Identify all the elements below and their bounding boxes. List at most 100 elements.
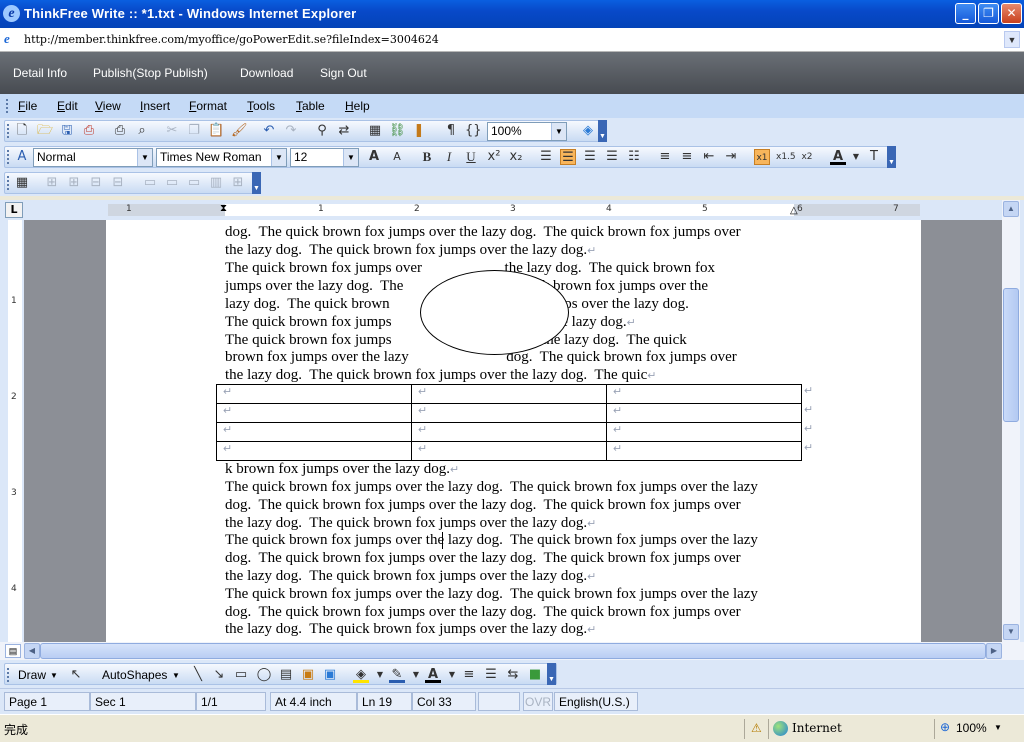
chevron-down-icon[interactable]: ▼ [408, 667, 424, 683]
cut-icon[interactable]: ✂ [164, 123, 180, 139]
table-cell[interactable]: ↵ [411, 403, 607, 423]
horizontal-scroll-thumb[interactable] [40, 643, 986, 659]
rectangle-tool-icon[interactable]: ▭ [233, 667, 249, 683]
table-cell[interactable]: ↵ [606, 422, 802, 442]
line-tool-icon[interactable]: ╲ [190, 667, 206, 683]
open-folder-icon[interactable]: 🗁 [37, 123, 53, 139]
toolbar-grip[interactable] [7, 150, 10, 164]
line-spacing-1-5-icon[interactable]: x1.5 [776, 149, 796, 165]
table-cell[interactable]: ↵ [216, 441, 412, 461]
draw-menu-button[interactable]: Draw [18, 668, 46, 682]
distribute-icon[interactable]: ☷ [626, 149, 642, 165]
replace-icon[interactable]: ⇄ [336, 123, 352, 139]
text-line[interactable]: the lazy dog. The quick brown fox jumps … [225, 621, 596, 638]
table-cell[interactable]: ↵ [216, 403, 412, 423]
zoom-select[interactable]: 100% ▼ [487, 122, 567, 141]
address-url[interactable]: http://member.thinkfree.com/myoffice/goP… [24, 33, 439, 46]
print-preview-icon[interactable]: ⌕ [134, 123, 150, 139]
restore-button[interactable]: ❐ [978, 3, 999, 24]
table-cell[interactable]: ↵ [606, 384, 802, 404]
line-spacing-1-icon[interactable]: x1 [754, 149, 770, 165]
styles-icon[interactable]: A [14, 149, 30, 165]
status-overtype[interactable]: OVR [523, 692, 553, 711]
redo-icon[interactable]: ↷ [283, 123, 299, 139]
underline-button[interactable]: U [463, 149, 479, 165]
clip-art-icon[interactable]: ▣ [300, 667, 316, 683]
show-marks-icon[interactable]: ¶ [443, 123, 459, 139]
insert-columns-icon[interactable]: ⊞ [66, 175, 82, 191]
line-style-icon[interactable]: ≡ [461, 667, 477, 683]
bullet-list-icon[interactable]: ≡ [679, 149, 695, 165]
right-indent-marker[interactable]: △ [790, 205, 798, 216]
font-select[interactable]: Times New Roman ▼ [156, 148, 287, 167]
text-line[interactable]: the lazy dog. The quick brown fox jumps … [225, 515, 596, 532]
vertical-scrollbar[interactable]: ▲ ▼ [1002, 200, 1020, 642]
shadow-style-icon[interactable]: ■ [527, 667, 543, 683]
text-line[interactable]: dog. The quick brown fox jumps over the … [225, 550, 741, 567]
field-code-icon[interactable]: {} [465, 123, 482, 139]
security-zone-label[interactable]: Internet [792, 721, 842, 735]
menu-view[interactable]: View [95, 99, 121, 113]
scroll-down-button[interactable]: ▼ [1003, 624, 1019, 640]
distribute-rows-icon[interactable]: ▭ [186, 175, 202, 191]
line-color-icon[interactable]: ✎ [389, 667, 405, 683]
text-line[interactable]: The quick brown fox jumps over the lazy … [225, 586, 758, 603]
decrease-indent-icon[interactable]: ⇤ [701, 149, 717, 165]
text-line[interactable]: The quick brown fox jumps over the lazy … [225, 479, 758, 496]
text-line[interactable]: the lazy dog. The quick brown fox jumps … [225, 568, 596, 585]
paste-icon[interactable]: 📋 [208, 123, 224, 139]
left-indent-marker[interactable]: ⧗ [220, 203, 227, 214]
ellipse-shape[interactable] [420, 270, 569, 355]
toolbar-grip[interactable] [7, 124, 10, 138]
line-spacing-2-icon[interactable]: x2 [799, 149, 815, 165]
sign-out-link[interactable]: Sign Out [320, 66, 367, 80]
justify-icon[interactable]: ☰ [538, 149, 554, 165]
menu-insert[interactable]: Insert [140, 99, 170, 113]
insert-picture-icon[interactable]: ▣ [322, 667, 338, 683]
text-line[interactable]: k brown fox jumps over the lazy dog.↵ [225, 461, 459, 478]
font-size-select[interactable]: 12 ▼ [290, 148, 359, 167]
text-line[interactable]: The quick brown fox jumps over the lazy … [225, 532, 758, 549]
toolbar-options-icon[interactable]: ▼ [547, 663, 556, 685]
increase-indent-icon[interactable]: ⇥ [723, 149, 739, 165]
align-left-icon[interactable]: ☰ [560, 149, 576, 165]
download-link[interactable]: Download [240, 66, 293, 80]
tab-stop-selector[interactable]: L [5, 202, 23, 218]
vertical-scroll-thumb[interactable] [1003, 288, 1019, 422]
protected-mode-icon[interactable]: ⚠ [751, 721, 762, 735]
copy-icon[interactable]: ❐ [186, 123, 202, 139]
text-line[interactable]: dog. The quick brown fox jumps over the … [225, 497, 741, 514]
oval-tool-icon[interactable]: ◯ [256, 667, 272, 683]
table-cell[interactable]: ↵ [216, 384, 412, 404]
table-cell[interactable]: ↵ [606, 403, 802, 423]
table-properties-icon[interactable]: ⊞ [230, 175, 246, 191]
menu-edit[interactable]: Edit [57, 99, 78, 113]
format-painter-icon[interactable]: 🖌 [231, 123, 248, 139]
menu-tools[interactable]: Tools [247, 99, 275, 113]
close-button[interactable]: ✕ [1001, 3, 1022, 24]
insert-rows-icon[interactable]: ⊞ [44, 175, 60, 191]
table-grid-icon[interactable]: ▦ [14, 175, 30, 191]
scroll-left-button[interactable]: ◀ [24, 643, 40, 659]
dash-style-icon[interactable]: ☰ [483, 667, 499, 683]
table-cell[interactable]: ↵ [606, 441, 802, 461]
status-language[interactable]: English(U.S.) [554, 692, 638, 711]
new-document-icon[interactable]: 🗋 [14, 123, 30, 139]
toolbar-options-icon[interactable]: ▼ [887, 146, 896, 168]
horizontal-scrollbar[interactable]: ▤ ◀ ▶ [0, 642, 1024, 660]
table-cell[interactable]: ↵ [216, 422, 412, 442]
address-dropdown-button[interactable]: ▼ [1004, 31, 1020, 48]
merge-cells-icon[interactable]: ▭ [142, 175, 158, 191]
help-icon[interactable]: ◈ [580, 123, 596, 139]
arrow-style-icon[interactable]: ⇆ [505, 667, 521, 683]
document-page[interactable]: dog. The quick brown fox jumps over the … [106, 220, 921, 642]
zoom-icon[interactable]: ⊕ [940, 720, 950, 734]
text-line[interactable]: the lazy dog. The quick brown fox jumps … [225, 367, 656, 384]
fill-color-icon[interactable]: ◈ [353, 667, 369, 683]
style-select[interactable]: Normal ▼ [33, 148, 153, 167]
menu-file[interactable]: File [18, 99, 37, 113]
minimize-button[interactable]: _ [955, 3, 976, 24]
text-line[interactable]: the lazy dog. The quick brown fox jumps … [225, 242, 596, 259]
delete-columns-icon[interactable]: ⊟ [110, 175, 126, 191]
delete-rows-icon[interactable]: ⊟ [88, 175, 104, 191]
